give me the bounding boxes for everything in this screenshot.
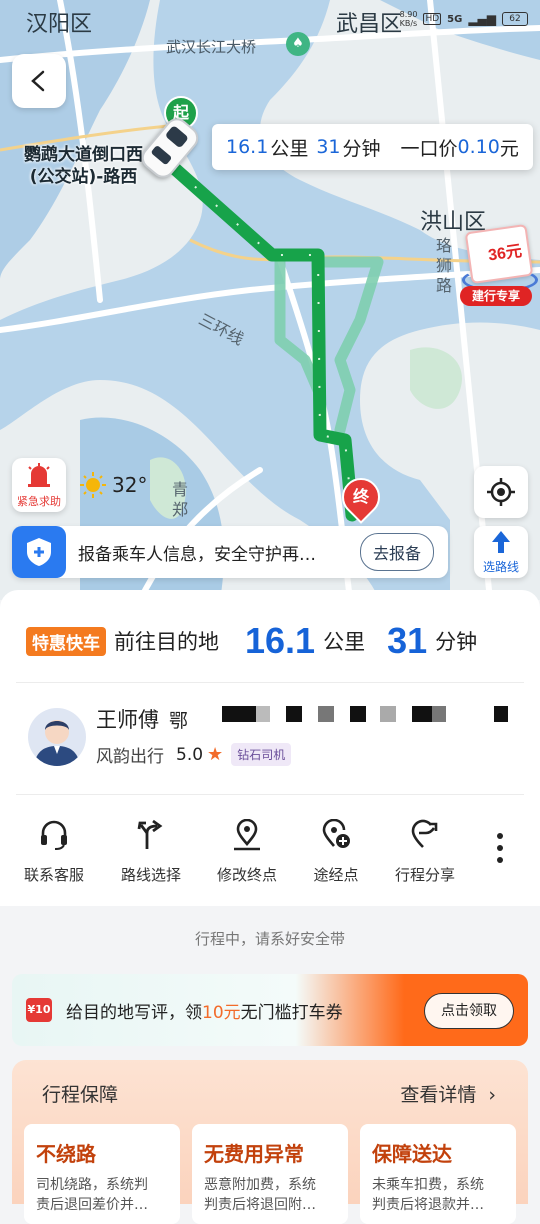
plate-prefix: 鄂 xyxy=(169,709,189,732)
location-edit-icon xyxy=(234,819,260,851)
district-label-wuchang: 武昌区 xyxy=(336,12,403,37)
trip-distance: 16.1 xyxy=(245,620,316,661)
seatbelt-hint: 行程中，请系好安全带 xyxy=(194,930,345,948)
driver-rating: 5.0 xyxy=(176,744,204,765)
road-label-luoshi: 珞 狮 路 xyxy=(436,236,453,295)
route-duration: 31 xyxy=(316,136,341,158)
protection-title: 行程保障 xyxy=(42,1084,119,1106)
sun-icon xyxy=(80,472,106,498)
price-value: 0.10 xyxy=(457,136,500,158)
wifi-icon: ▂▄▆ xyxy=(468,12,496,26)
claim-coupon-button[interactable]: 点击领取 xyxy=(424,993,514,1029)
sos-button[interactable]: 紧急求助 xyxy=(12,458,66,512)
safety-report-bar[interactable]: 报备乘车人信息，安全守护再… 去报备 xyxy=(12,526,448,578)
protection-card-desc: 未乘车扣费，系统 判责后将退款并… xyxy=(372,1177,484,1213)
trip-duration: 31 xyxy=(387,620,428,661)
route-distance: 16.1 xyxy=(226,136,269,158)
protection-card-title: 不绕路 xyxy=(36,1142,96,1166)
protection-card-no-extra-fee[interactable]: 无费用异常 恶意附加费，系统 判责后将退回附… xyxy=(192,1124,348,1224)
action-share-trip[interactable]: 行程分享 xyxy=(380,818,470,885)
shield-plus-icon xyxy=(12,526,66,578)
action-edit-destination[interactable]: 修改终点 xyxy=(202,818,292,885)
choose-route-label: 选路线 xyxy=(482,560,519,574)
protection-details-link[interactable]: 查看详情 › xyxy=(400,1080,496,1107)
driver-badge: 钻石司机 xyxy=(231,743,292,766)
route-fork-icon xyxy=(137,819,163,849)
share-icon xyxy=(411,819,438,848)
promo-label: 建行专享 xyxy=(460,286,532,306)
locate-button[interactable] xyxy=(474,466,528,518)
coupon-text-post: 无门槛打车券 xyxy=(240,1003,343,1023)
safety-text: 报备乘车人信息，安全守护再… xyxy=(78,544,316,565)
trip-summary: 特惠快车 前往目的地 16.1 公里 31 分钟 xyxy=(26,620,477,662)
headset-icon xyxy=(41,820,67,850)
weather-widget: 32° xyxy=(80,472,147,498)
alarm-light-icon xyxy=(28,463,50,487)
action-label: 途经点 xyxy=(313,866,359,884)
price-label: 一口价 xyxy=(400,137,458,160)
weather-temp: 32° xyxy=(112,473,148,497)
more-icon[interactable] xyxy=(488,830,512,866)
trip-protection-card: 行程保障 查看详情 › 不绕路 司机绕路，系统判 责后退回差价并… 无费用异常 … xyxy=(12,1060,528,1224)
crosshair-icon xyxy=(487,478,515,506)
action-contact-service[interactable]: 联系客服 xyxy=(9,818,99,885)
back-button[interactable] xyxy=(12,54,66,108)
coupon-text-pre: 给目的地写评，领 xyxy=(66,1003,202,1023)
protection-details-label: 查看详情 xyxy=(400,1084,477,1106)
protection-card-title: 保障送达 xyxy=(372,1142,452,1166)
coupon-icon-text: ¥10 xyxy=(27,1003,51,1016)
choose-route-button[interactable]: 选路线 xyxy=(474,526,528,578)
service-tag: 特惠快车 xyxy=(26,626,106,656)
sos-label: 紧急求助 xyxy=(17,495,61,508)
price-unit: 元 xyxy=(499,137,519,160)
divider xyxy=(16,794,524,795)
promo-amount: 36元 xyxy=(487,242,524,265)
signal-icon: 5G xyxy=(447,13,463,25)
end-marker-text: 终 xyxy=(352,487,369,506)
driver-name: 王师傅 xyxy=(96,708,159,732)
trip-heading: 前往目的地 xyxy=(114,630,219,654)
action-label: 联系客服 xyxy=(23,866,84,884)
protection-card-desc: 司机绕路，系统判 责后退回差价并… xyxy=(36,1177,148,1213)
status-bar: 8.90 KB/s HD 5G ▂▄▆ 62 xyxy=(400,10,528,28)
arrow-up-icon xyxy=(492,531,510,553)
ccb-promo-badge[interactable]: 36元 建行专享 xyxy=(458,223,538,308)
road-label-qing: 青 郑 xyxy=(172,480,189,519)
protection-card-title: 无费用异常 xyxy=(204,1142,304,1166)
route-duration-unit: 分钟 xyxy=(342,137,381,160)
coupon-icon: ¥10 xyxy=(26,998,52,1022)
coupon-amount: 10元 xyxy=(202,1003,241,1023)
bridge-label: 武汉长江大桥 xyxy=(166,38,257,56)
net-speed: 8.90 KB/s xyxy=(399,10,418,28)
district-label-hanyang: 汉阳区 xyxy=(26,12,93,37)
waypoint-add-icon xyxy=(322,819,350,848)
protection-card-desc: 恶意附加费，系统 判责后将退回附… xyxy=(204,1177,316,1213)
map-view[interactable]: 8.90 KB/s HD 5G ▂▄▆ 62 汉阳区 武昌区 武汉长江大桥 ♠ … xyxy=(0,0,540,600)
trip-distance-unit: 公里 xyxy=(323,630,366,654)
action-label: 修改终点 xyxy=(216,866,277,884)
protection-card-no-detour[interactable]: 不绕路 司机绕路，系统判 责后退回差价并… xyxy=(24,1124,180,1224)
hd-icon: HD xyxy=(423,13,442,25)
chevron-right-icon: › xyxy=(488,1084,496,1106)
star-icon: ★ xyxy=(207,744,224,765)
review-coupon-banner[interactable]: ¥10 给目的地写评，领10元无门槛打车券 点击领取 xyxy=(12,974,528,1046)
coupon-text: 给目的地写评，领10元无门槛打车券 xyxy=(66,998,343,1023)
pickup-label: 鹦鹉大道倒口西 (公交站)-路西 xyxy=(24,145,143,187)
bridge-poi-icon: ♠ xyxy=(286,32,310,56)
action-waypoint[interactable]: 途经点 xyxy=(291,818,381,885)
divider xyxy=(16,682,524,683)
action-route-choice[interactable]: 路线选择 xyxy=(106,818,196,885)
trip-duration-unit: 分钟 xyxy=(435,630,478,654)
protection-card-guaranteed-delivery[interactable]: 保障送达 未乘车扣费，系统 判责后将退款并… xyxy=(360,1124,516,1224)
action-label: 行程分享 xyxy=(394,866,455,884)
route-summary-bubble: 16.1 公里 31 分钟 一口价 0.10 元 xyxy=(212,124,533,170)
chevron-left-icon xyxy=(31,70,45,92)
report-button[interactable]: 去报备 xyxy=(359,533,434,571)
driver-company: 风韵出行 xyxy=(96,747,164,767)
battery-icon: 62 xyxy=(502,12,528,26)
route-distance-unit: 公里 xyxy=(270,137,309,160)
driver-avatar[interactable] xyxy=(28,708,86,766)
action-label: 路线选择 xyxy=(120,866,181,884)
